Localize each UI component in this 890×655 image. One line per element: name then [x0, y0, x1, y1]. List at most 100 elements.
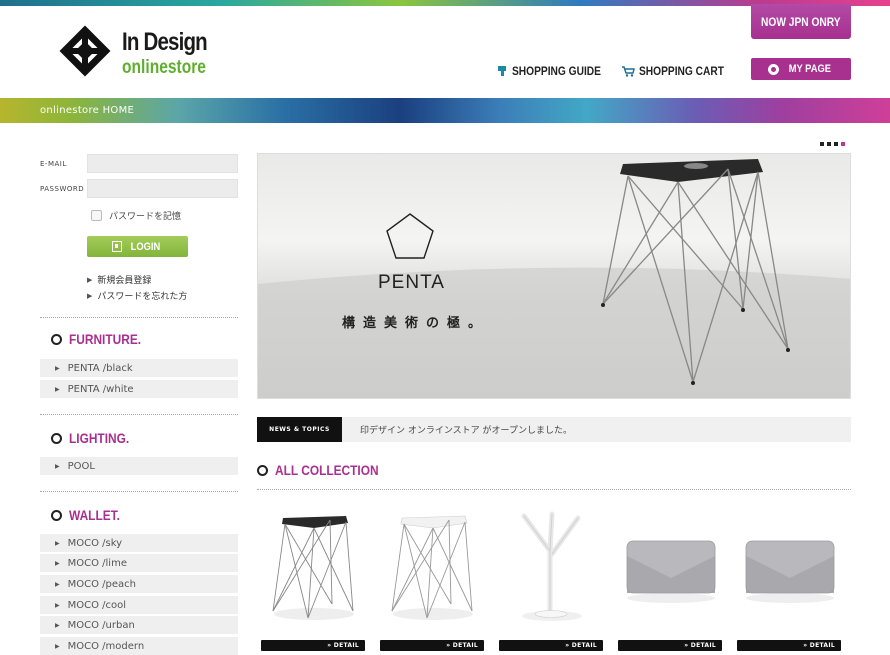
- product-card[interactable]: » DETAIL: [258, 506, 365, 651]
- circle-bullet-icon: [51, 333, 62, 345]
- logo-subtitle: onlinestore: [122, 57, 206, 78]
- detail-button[interactable]: » DETAIL: [380, 640, 484, 651]
- slide-dot-4[interactable]: [841, 142, 845, 146]
- detail-button[interactable]: » DETAIL: [737, 640, 841, 651]
- black-stool-icon: [272, 516, 354, 620]
- category-item[interactable]: ▶ MOCO /lime: [40, 554, 238, 572]
- guide-icon: [498, 66, 506, 76]
- arrow-right-icon: ▶: [55, 601, 60, 609]
- product-card[interactable]: » DETAIL: [377, 506, 484, 651]
- remember-checkbox[interactable]: [91, 210, 102, 221]
- hero-stool-icon: [258, 159, 850, 398]
- detail-button[interactable]: » DETAIL: [261, 640, 365, 651]
- user-icon: [767, 63, 779, 75]
- arrow-right-icon: ▶: [55, 462, 60, 470]
- password-field[interactable]: [87, 179, 238, 198]
- product-card[interactable]: » DETAIL: [496, 506, 603, 651]
- category-item-label: MOCO /cool: [67, 599, 127, 611]
- category-item[interactable]: ▶ MOCO /peach: [40, 575, 238, 593]
- category-item-label: MOCO /peach: [67, 578, 136, 590]
- my-page-button[interactable]: MY PAGE: [751, 58, 851, 80]
- news-tag: NEWS & TOPICS: [257, 417, 342, 442]
- store-logo[interactable]: In Design onlinestore: [56, 22, 216, 82]
- category-item[interactable]: ▶ MOCO /urban: [40, 616, 238, 634]
- arrow-right-icon: ▶: [55, 539, 60, 547]
- slider-dots: [820, 142, 845, 146]
- hero-brand: PENTA: [378, 272, 445, 293]
- slide-dot-2[interactable]: [827, 142, 831, 146]
- category-item-label: PENTA /black: [67, 362, 133, 374]
- shopping-guide-label: SHOPPING GUIDE: [512, 64, 601, 78]
- login-icon: [112, 241, 123, 252]
- logo-mark-icon: [59, 25, 111, 77]
- category-item[interactable]: ▶ MOCO /modern: [40, 637, 238, 655]
- circle-bullet-icon: [51, 432, 62, 444]
- slide-dot-1[interactable]: [820, 142, 824, 146]
- password-label: PASSWORD: [40, 185, 85, 193]
- category-title: LIGHTING.: [69, 430, 130, 446]
- my-page-label: MY PAGE: [788, 63, 831, 75]
- forgot-password-link[interactable]: ▶ パスワードを忘れた方: [87, 289, 188, 303]
- email-label: E-MAIL: [40, 160, 67, 168]
- felt-wallet-icon: [745, 540, 835, 603]
- login-label: LOGIN: [130, 240, 161, 253]
- category-item-label: MOCO /urban: [67, 619, 135, 631]
- category-title: WALLET.: [69, 507, 120, 523]
- arrow-right-icon: ▶: [55, 642, 60, 650]
- arrow-right-icon: ▶: [55, 559, 60, 567]
- category-lighting[interactable]: LIGHTING.: [51, 430, 140, 446]
- login-button[interactable]: LOGIN: [87, 236, 188, 257]
- now-jpn-label: NOW JPN ONRY: [761, 14, 841, 29]
- hero-tagline: 構造美術の極。: [342, 316, 490, 331]
- breadcrumb-home[interactable]: onlinestore HOME: [40, 105, 134, 116]
- category-item[interactable]: ▶ POOL: [40, 457, 238, 475]
- detail-button[interactable]: » DETAIL: [499, 640, 603, 651]
- cart-icon: [622, 66, 635, 77]
- hero-banner[interactable]: PENTA 構造美術の極。: [257, 153, 851, 399]
- forgot-password-label: パスワードを忘れた方: [97, 292, 188, 302]
- circle-bullet-icon: [51, 509, 62, 521]
- category-item-label: MOCO /lime: [67, 557, 127, 569]
- white-stool-icon: [391, 515, 473, 620]
- register-link[interactable]: ▶ 新規会員登録: [87, 273, 152, 287]
- product-card[interactable]: » DETAIL: [734, 506, 841, 651]
- circle-bullet-icon: [257, 464, 268, 476]
- arrow-right-icon: ▶: [55, 364, 60, 372]
- arrow-right-icon: ▶: [55, 621, 60, 629]
- remember-label: パスワードを記憶: [109, 212, 182, 222]
- category-furniture[interactable]: FURNITURE.: [51, 331, 154, 347]
- separator: [40, 317, 238, 318]
- arrow-right-icon: ▶: [55, 385, 60, 393]
- arrow-right-icon: ▶: [55, 580, 60, 588]
- category-item-label: POOL: [67, 460, 95, 472]
- email-field[interactable]: [87, 154, 238, 173]
- category-item[interactable]: ▶ MOCO /sky: [40, 534, 238, 552]
- branch-lamp-icon: [521, 511, 582, 621]
- remember-password[interactable]: パスワードを記憶: [91, 209, 181, 222]
- category-item-label: MOCO /sky: [67, 537, 123, 549]
- shopping-cart-label: SHOPPING CART: [639, 64, 725, 78]
- separator: [40, 414, 238, 415]
- logo-title: In Design: [122, 28, 208, 56]
- news-bar: NEWS & TOPICS 印デザイン オンラインストア がオープンしました。: [257, 417, 851, 442]
- news-text[interactable]: 印デザイン オンラインストア がオープンしました。: [360, 423, 572, 436]
- detail-button[interactable]: » DETAIL: [618, 640, 722, 651]
- category-item[interactable]: ▶ PENTA /black: [40, 359, 238, 377]
- shopping-guide-link[interactable]: SHOPPING GUIDE: [497, 63, 617, 79]
- now-jpn-button[interactable]: NOW JPN ONRY: [751, 4, 851, 39]
- category-wallet[interactable]: WALLET.: [51, 507, 129, 523]
- shopping-cart-link[interactable]: SHOPPING CART: [621, 63, 739, 79]
- slide-dot-3[interactable]: [834, 142, 838, 146]
- category-item-label: PENTA /white: [67, 383, 134, 395]
- collection-heading: ALL COLLECTION: [257, 462, 397, 478]
- register-label: 新規会員登録: [97, 276, 152, 286]
- separator: [40, 491, 238, 492]
- arrow-right-icon: ▶: [87, 275, 93, 284]
- product-card[interactable]: » DETAIL: [615, 506, 722, 651]
- category-title: FURNITURE.: [69, 331, 142, 347]
- category-item[interactable]: ▶ MOCO /cool: [40, 596, 238, 614]
- felt-wallet-icon: [626, 540, 716, 603]
- separator: [257, 489, 851, 490]
- category-item[interactable]: ▶ PENTA /white: [40, 380, 238, 398]
- collection-title: ALL COLLECTION: [275, 462, 379, 478]
